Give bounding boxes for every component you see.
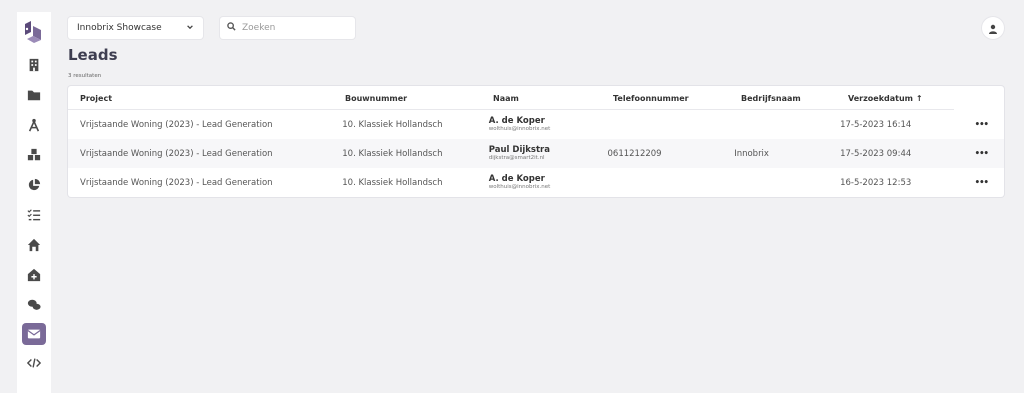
sort-ascending-icon: ↑	[915, 93, 923, 103]
header-verzoekdatum-label: Verzoekdatum	[848, 93, 914, 103]
search-input[interactable]: Zoeken	[242, 23, 275, 33]
header-telefoonnummer[interactable]: Telefoonnummer	[613, 94, 741, 103]
chevron-down-icon	[186, 23, 194, 33]
home-icon[interactable]	[22, 233, 46, 257]
cell-project: Vrijstaande Woning (2023) - Lead Generat…	[80, 177, 273, 188]
table-row[interactable]: Vrijstaande Woning (2023) - Lead Generat…	[68, 168, 1004, 197]
search-field[interactable]: Zoeken	[220, 17, 355, 39]
cell-naam: Paul Dijkstra dijkstra@smart2it.nl	[489, 145, 608, 162]
code-icon[interactable]	[22, 351, 46, 375]
sidebar	[17, 12, 51, 393]
cell-verzoekdatum: 17-5-2023 09:44	[840, 148, 912, 159]
lead-email: wolthuis@innobrix.net	[488, 184, 551, 190]
building-icon[interactable]	[22, 53, 46, 77]
lead-email: dijkstra@smart2it.nl	[488, 155, 545, 161]
row-menu-icon[interactable]: •••	[975, 120, 1004, 130]
folder-icon[interactable]	[22, 83, 46, 107]
cell-bouwnummer: 10. Klassiek Hollandsch	[342, 177, 443, 188]
page-title: Leads	[68, 46, 118, 64]
table-row[interactable]: Vrijstaande Woning (2023) - Lead Generat…	[68, 139, 1004, 168]
lead-name: A. de Koper	[488, 174, 545, 184]
table-header: Project Bouwnummer Naam Telefoonnummer B…	[68, 86, 1004, 110]
row-menu-icon[interactable]: •••	[975, 178, 1004, 188]
innobrix-logo-icon[interactable]	[21, 18, 47, 44]
cell-naam: A. de Koper wolthuis@innobrix.net	[489, 116, 608, 133]
cubes-icon[interactable]	[22, 143, 46, 167]
leads-table: Project Bouwnummer Naam Telefoonnummer B…	[68, 86, 1004, 197]
header-verzoekdatum[interactable]: Verzoekdatum ↑	[848, 94, 984, 103]
house-plus-icon[interactable]	[22, 263, 46, 287]
mail-icon[interactable]	[22, 323, 46, 345]
chat-icon[interactable]	[22, 293, 46, 317]
lead-email: wolthuis@innobrix.net	[488, 126, 551, 132]
user-icon	[988, 19, 998, 38]
search-icon	[227, 22, 236, 34]
project-select[interactable]: Innobrix Showcase	[68, 17, 203, 39]
row-menu-icon[interactable]: •••	[975, 149, 1004, 159]
cell-project: Vrijstaande Woning (2023) - Lead Generat…	[80, 119, 273, 130]
header-naam[interactable]: Naam	[493, 94, 613, 103]
header-bouwnummer[interactable]: Bouwnummer	[345, 94, 493, 103]
pie-chart-icon[interactable]	[22, 173, 46, 197]
cell-bouwnummer: 10. Klassiek Hollandsch	[342, 148, 443, 159]
cell-verzoekdatum: 17-5-2023 16:14	[840, 119, 912, 130]
cell-bouwnummer: 10. Klassiek Hollandsch	[342, 119, 443, 130]
lead-name: A. de Koper	[488, 116, 545, 126]
user-avatar-button[interactable]	[982, 17, 1004, 39]
header-bedrijfsnaam[interactable]: Bedrijfsnaam	[741, 94, 848, 103]
results-count: 3 resultaten	[68, 73, 102, 79]
cell-project: Vrijstaande Woning (2023) - Lead Generat…	[80, 148, 273, 159]
project-select-value: Innobrix Showcase	[77, 23, 162, 33]
cell-verzoekdatum: 16-5-2023 12:53	[840, 177, 912, 188]
table-row[interactable]: Vrijstaande Woning (2023) - Lead Generat…	[68, 110, 1004, 139]
header-project[interactable]: Project	[68, 94, 345, 103]
cell-naam: A. de Koper wolthuis@innobrix.net	[489, 174, 608, 191]
checklist-icon[interactable]	[22, 203, 46, 227]
cell-telefoonnummer: 0611212209	[607, 148, 662, 159]
compass-icon[interactable]	[22, 113, 46, 137]
lead-name: Paul Dijkstra	[488, 145, 550, 155]
cell-bedrijfsnaam: Innobrix	[734, 148, 769, 159]
